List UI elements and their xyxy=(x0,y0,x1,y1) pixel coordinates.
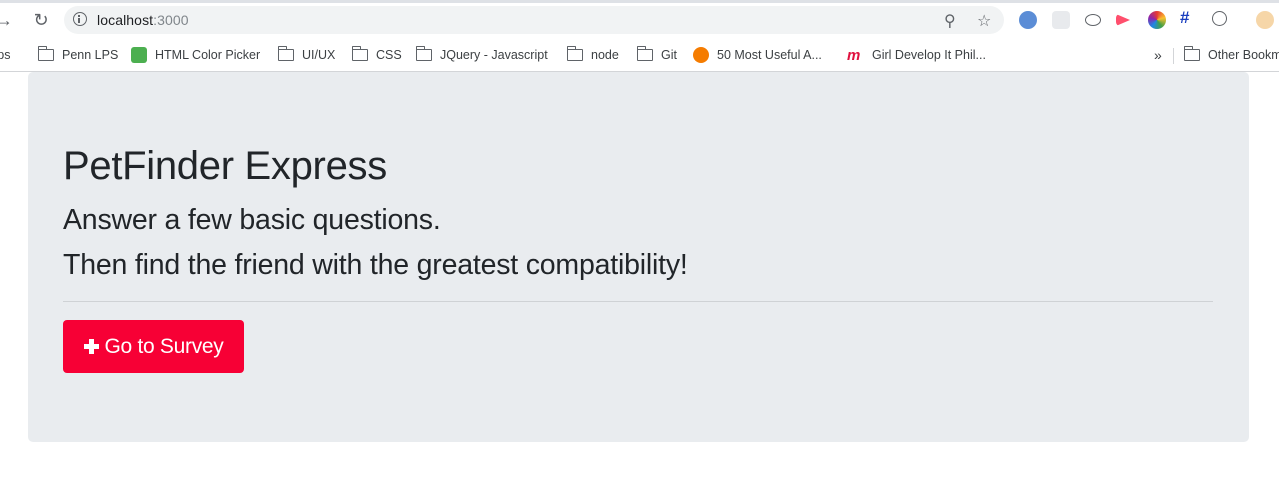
folder-icon xyxy=(37,46,54,61)
url-port: :3000 xyxy=(153,12,189,28)
bookmark-jquery-javascript[interactable]: JQuery - Javascript xyxy=(415,45,548,65)
extension-arrow-icon[interactable] xyxy=(1116,14,1130,26)
bookmark-girl-develop-it[interactable]: m Girl Develop It Phil... xyxy=(847,45,986,65)
bookmark-label: UI/UX xyxy=(302,48,336,62)
bookmark-label: Penn LPS xyxy=(62,48,119,62)
bookmark-ui-ux[interactable]: UI/UX xyxy=(277,45,336,65)
bookmark-label: JQuery - Javascript xyxy=(440,48,548,62)
bookmark-label: Git xyxy=(661,48,677,62)
folder-icon xyxy=(636,46,653,61)
lead-text-1: Answer a few basic questions. xyxy=(63,204,441,236)
bookmark-label: Apps xyxy=(0,48,11,62)
bookmarks-bar: Apps Penn LPS HTML Color Picker UI/UX CS… xyxy=(0,40,1279,72)
plus-icon xyxy=(83,339,99,354)
folder-icon xyxy=(351,46,368,61)
code-extension-icon[interactable] xyxy=(1212,11,1227,26)
folder-icon xyxy=(566,46,583,61)
bookmark-label: Girl Develop It Phil... xyxy=(872,48,986,62)
bookmark-penn-lps[interactable]: Penn LPS xyxy=(37,45,119,65)
browser-toolbar: → ↻ localhost:3000 ⚲ ☆ # xyxy=(0,0,1279,40)
bookmark-apps[interactable]: Apps xyxy=(0,45,11,65)
bookmark-label: CSS xyxy=(376,48,402,62)
bookmark-label: 50 Most Useful A... xyxy=(717,48,822,62)
zoom-icon[interactable]: ⚲ xyxy=(944,11,956,31)
url-text[interactable]: localhost:3000 xyxy=(97,12,189,28)
url-host: localhost xyxy=(97,12,154,28)
jumbotron: PetFinder Express Answer a few basic que… xyxy=(28,72,1249,442)
bookmark-star-icon[interactable]: ☆ xyxy=(977,11,991,31)
bookmark-label: HTML Color Picker xyxy=(155,48,261,62)
page-title: PetFinder Express xyxy=(63,144,387,188)
bookmarks-overflow-button[interactable]: » xyxy=(1154,45,1162,65)
folder-icon xyxy=(415,46,432,61)
bookmark-label: Other Bookmarks xyxy=(1208,48,1279,62)
lead-text-2: Then find the friend with the greatest c… xyxy=(63,249,688,281)
site-info-icon[interactable] xyxy=(73,12,87,26)
bookmark-git[interactable]: Git xyxy=(636,45,677,65)
bookmark-other-bookmarks[interactable]: Other Bookmarks xyxy=(1183,45,1279,65)
grid-hash-extension-icon[interactable]: # xyxy=(1180,8,1198,27)
go-to-survey-button[interactable]: Go to Survey xyxy=(63,320,244,373)
folder-icon xyxy=(277,46,294,61)
tab-strip-edge xyxy=(0,0,1279,3)
divider xyxy=(63,301,1213,302)
bookmark-css[interactable]: CSS xyxy=(351,45,402,65)
address-bar[interactable]: localhost:3000 ⚲ ☆ xyxy=(64,6,1004,34)
folder-icon xyxy=(1183,46,1200,61)
profile-avatar-icon[interactable] xyxy=(1256,11,1274,29)
reload-icon[interactable]: ↻ xyxy=(31,10,51,30)
w3schools-icon xyxy=(131,47,147,63)
forward-arrow-icon[interactable]: → xyxy=(0,10,14,30)
meetup-icon: m xyxy=(847,47,861,64)
go-to-survey-label: Go to Survey xyxy=(104,334,224,358)
bookmark-html-color-picker[interactable]: HTML Color Picker xyxy=(131,45,260,65)
extension-grid-icon[interactable] xyxy=(1052,11,1070,29)
bookmark-label: node xyxy=(591,48,619,62)
overflow-chevron-icon: » xyxy=(1154,47,1162,63)
color-wheel-extension-icon[interactable] xyxy=(1148,11,1166,29)
bookmark-50-most-useful[interactable]: 50 Most Useful A... xyxy=(693,45,822,65)
info-orange-icon xyxy=(693,47,709,63)
cloud-extension-icon[interactable] xyxy=(1085,14,1101,26)
bookmark-node[interactable]: node xyxy=(566,45,619,65)
bookmarks-divider xyxy=(1173,48,1174,64)
extension-blue-icon[interactable] xyxy=(1019,11,1037,29)
